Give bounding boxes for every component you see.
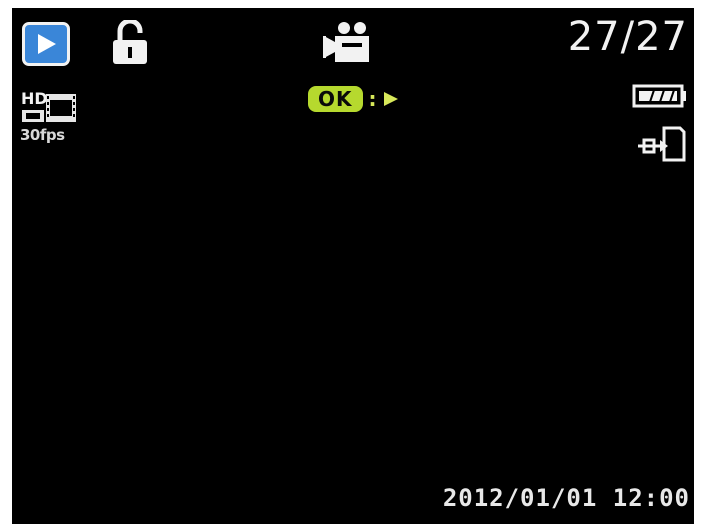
play-triangle-icon xyxy=(383,92,398,106)
playback-mode-button[interactable] xyxy=(22,22,70,66)
shot-counter: 27/27 xyxy=(567,14,688,60)
playback-icon xyxy=(38,34,56,54)
hd-label: HD xyxy=(21,89,48,108)
unlock-icon xyxy=(113,20,147,64)
movie-camera-icon xyxy=(323,22,369,62)
camera-display: 27/27 OK : HD 30fps 2012/01/01 12:00 xyxy=(12,8,694,524)
frame-rate-label: 30fps xyxy=(20,126,65,144)
date-time-stamp: 2012/01/01 12:00 xyxy=(442,484,690,512)
ok-button-badge[interactable]: OK xyxy=(308,86,363,112)
battery-full-icon xyxy=(632,84,686,108)
usb-connect-icon xyxy=(638,126,686,162)
ok-play-hint: OK : xyxy=(308,86,399,112)
ok-separator: : xyxy=(368,87,377,111)
hd-video-icon: HD xyxy=(21,89,76,122)
